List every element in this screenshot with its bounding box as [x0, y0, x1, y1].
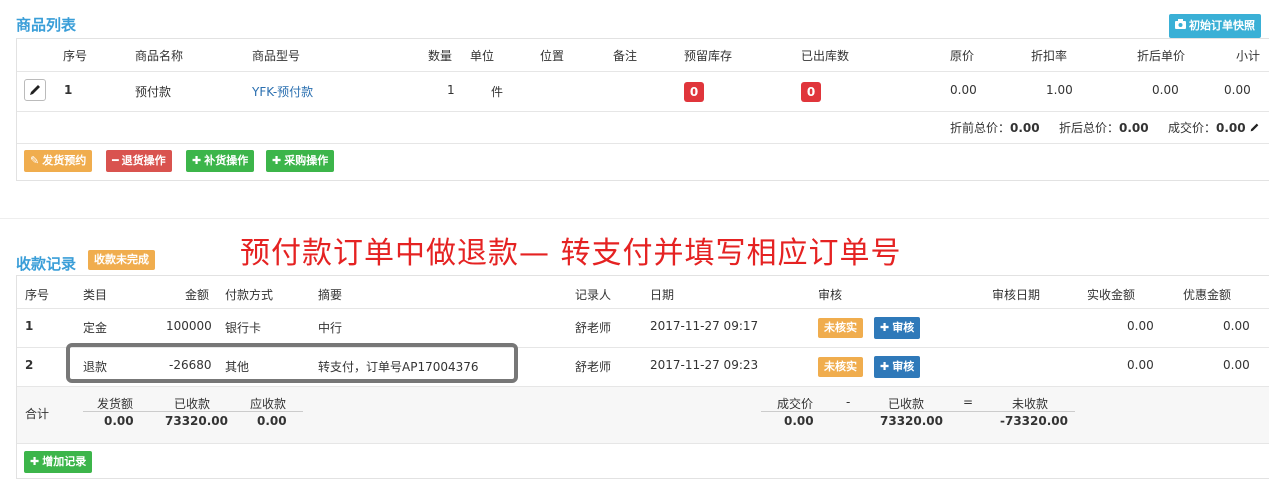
- pay-col-seq: 序号: [25, 288, 50, 302]
- pencil-icon: ✎: [30, 154, 40, 167]
- pay-row-summary: 中行: [318, 321, 343, 335]
- products-panel: 序号 商品名称 商品型号 数量 单位 位置 备注 预留库存 已出库数 原价 折扣…: [16, 38, 1269, 181]
- payment-status-badge: 收款未完成: [88, 250, 155, 270]
- received-label: 已收款: [174, 397, 211, 411]
- col-reserved: 预留库存: [684, 49, 733, 63]
- annotation-text: 预付款订单中做退款— 转支付并填写相应订单号: [240, 236, 902, 271]
- pay-col-date: 日期: [650, 288, 675, 302]
- equals-sign: =: [963, 395, 974, 409]
- due-label: 应收款: [250, 397, 287, 411]
- pay-col-recorder: 记录人: [575, 288, 612, 302]
- snapshot-label: 初始订单快照: [1189, 19, 1255, 32]
- pay-row-recorder: 舒老师: [575, 321, 612, 335]
- col-subtotal: 小计: [1236, 49, 1261, 63]
- received-value: 73320.00: [165, 414, 229, 428]
- ship-reserve-button[interactable]: ✎ 发货预约: [24, 150, 93, 172]
- edit-row-button[interactable]: [24, 79, 46, 101]
- shipped-amount-label: 发货额: [97, 397, 134, 411]
- plus-icon: ✚: [272, 154, 282, 167]
- plus-icon: ✚: [880, 321, 890, 334]
- col-seq: 序号: [63, 49, 88, 63]
- total-before: 折前总价：0.00: [950, 121, 1040, 135]
- pay-col-discount: 优惠金额: [1183, 288, 1232, 302]
- restock-button[interactable]: ✚ 补货操作: [186, 150, 255, 172]
- pay-row-date: 2017-11-27 09:23: [650, 358, 759, 372]
- pay-row-discount: 0.00: [1223, 358, 1250, 372]
- row-disc-price: 0.00: [1152, 83, 1179, 97]
- pencil-icon: [25, 85, 45, 103]
- shipped-badge: 0: [801, 82, 821, 102]
- row-name: 预付款: [135, 85, 172, 99]
- audit-button[interactable]: ✚ 审核: [874, 356, 921, 378]
- col-discount: 折扣率: [1031, 49, 1068, 63]
- pay-row-seq: 2: [25, 358, 34, 372]
- col-shipped: 已出库数: [801, 49, 850, 63]
- unverified-badge: 未核实: [818, 318, 863, 338]
- row-subtotal: 0.00: [1224, 83, 1251, 97]
- camera-icon: [1175, 14, 1186, 38]
- plus-icon: ✚: [192, 154, 202, 167]
- pay-col-received: 实收金额: [1087, 288, 1136, 302]
- pay-row-date: 2017-11-27 09:17: [650, 319, 759, 333]
- row-qty: 1: [447, 83, 455, 97]
- pay-col-category: 类目: [83, 288, 108, 302]
- row-seq: 1: [64, 83, 73, 97]
- row-discount: 1.00: [1046, 83, 1073, 97]
- pay-row-recorder: 舒老师: [575, 360, 612, 374]
- pay-col-audit: 审核: [818, 288, 843, 302]
- col-qty: 数量: [428, 49, 453, 63]
- plus-icon: ✚: [30, 455, 40, 468]
- received2-label: 已收款: [888, 397, 925, 411]
- payments-summary: 合计 发货额 0.00 已收款 73320.00 应收款 0.00 成交价 0.…: [17, 387, 1269, 443]
- col-disc-price: 折后单价: [1137, 49, 1186, 63]
- minus-icon: ━: [112, 154, 119, 167]
- received2-value: 73320.00: [880, 414, 944, 428]
- audit-button[interactable]: ✚ 审核: [874, 317, 921, 339]
- pay-row-seq: 1: [25, 319, 34, 333]
- unreceived-label: 未收款: [1012, 397, 1049, 411]
- snapshot-button[interactable]: 初始订单快照: [1169, 14, 1261, 38]
- col-model: 商品型号: [252, 49, 301, 63]
- add-record-button[interactable]: ✚ 增加记录: [24, 451, 93, 473]
- plus-icon: ✚: [880, 360, 890, 373]
- pay-row-category: 定金: [83, 321, 108, 335]
- due-value: 0.00: [257, 414, 287, 428]
- return-button[interactable]: ━ 退货操作: [106, 150, 172, 172]
- unverified-badge: 未核实: [818, 357, 863, 377]
- reserved-badge: 0: [684, 82, 704, 102]
- col-location: 位置: [540, 49, 565, 63]
- pay-col-summary: 摘要: [318, 288, 343, 302]
- pay-col-method: 付款方式: [225, 288, 274, 302]
- unreceived-value: -73320.00: [1000, 414, 1068, 428]
- pay-col-amount: 金额: [185, 288, 210, 302]
- total-after: 折后总价：0.00: [1059, 121, 1149, 135]
- col-remark: 备注: [613, 49, 638, 63]
- products-title: 商品列表: [16, 16, 77, 34]
- pay-col-audit-date: 审核日期: [992, 288, 1041, 302]
- minus-sign: -: [846, 395, 851, 409]
- payments-title: 收款记录: [16, 255, 77, 273]
- pay-row-method: 银行卡: [225, 321, 262, 335]
- col-name: 商品名称: [135, 49, 184, 63]
- pay-row-received: 0.00: [1127, 319, 1154, 333]
- row-price: 0.00: [950, 83, 977, 97]
- total-deal: 成交价：0.00: [1168, 119, 1260, 136]
- deal-price-label: 成交价: [777, 397, 814, 411]
- deal-price-value: 0.00: [784, 414, 814, 428]
- pay-row-amount: 100000: [166, 319, 212, 333]
- row-unit: 件: [491, 85, 504, 99]
- total-label: 合计: [25, 407, 50, 421]
- row-model-link[interactable]: YFK-预付款: [252, 83, 313, 100]
- pay-row-discount: 0.00: [1223, 319, 1250, 333]
- edit-deal-icon[interactable]: [1249, 121, 1260, 135]
- col-price: 原价: [950, 49, 975, 63]
- col-unit: 单位: [470, 49, 495, 63]
- highlight-box: [66, 343, 518, 383]
- pay-row-received: 0.00: [1127, 358, 1154, 372]
- purchase-button[interactable]: ✚ 采购操作: [266, 150, 335, 172]
- shipped-amount-value: 0.00: [104, 414, 134, 428]
